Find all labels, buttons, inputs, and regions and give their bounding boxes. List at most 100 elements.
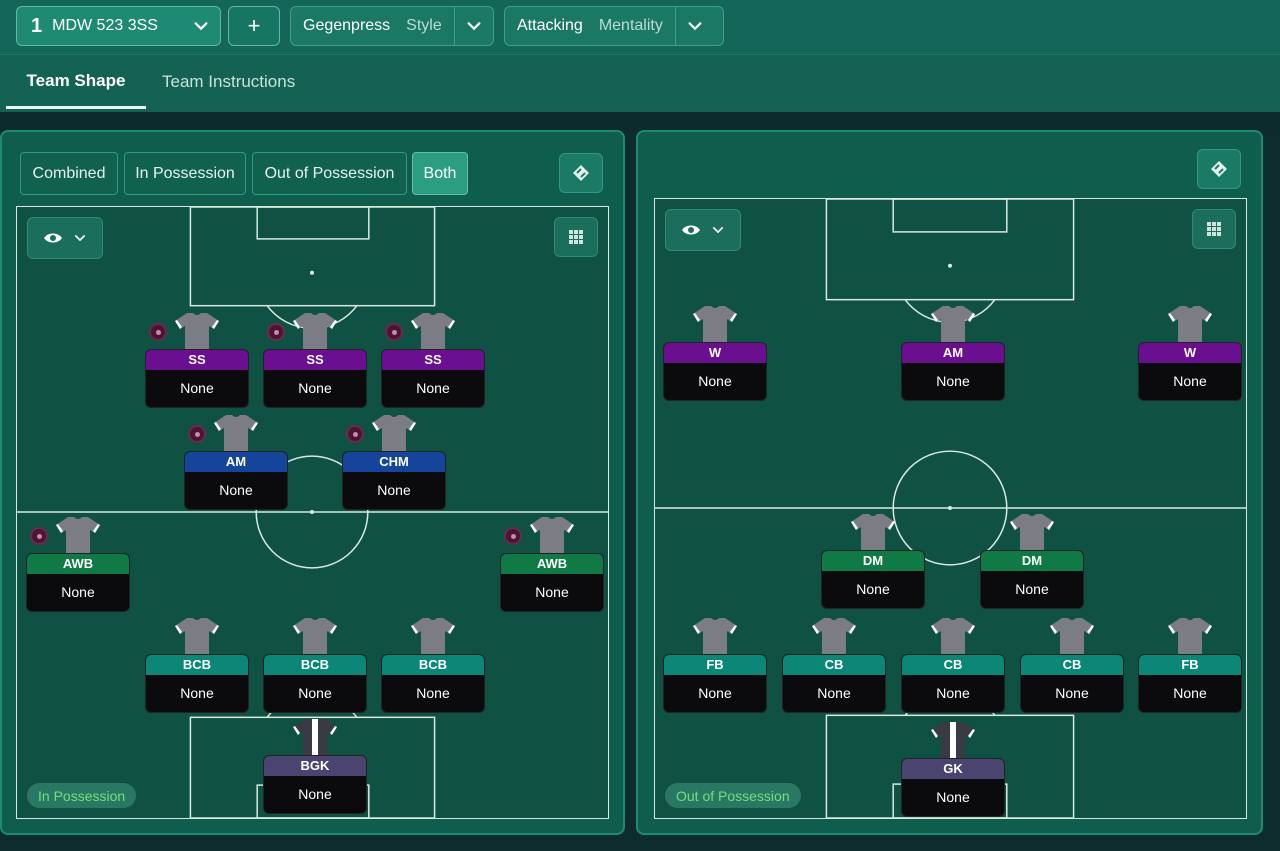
player-shirt-icon	[528, 515, 576, 555]
player-role: CB	[1021, 655, 1123, 675]
chevron-down-icon[interactable]	[455, 7, 493, 45]
tab-team-instructions[interactable]: Team Instructions	[162, 55, 295, 109]
player-card[interactable]: AM None	[901, 342, 1005, 401]
player-card[interactable]: BGK None	[263, 755, 367, 814]
tab-team-shape[interactable]: Team Shape	[6, 55, 146, 109]
mentality-value: Attacking	[517, 17, 583, 34]
segment-in-possession[interactable]: In Possession	[124, 152, 246, 195]
player-shirt-icon	[409, 616, 457, 656]
player-slot[interactable]: FB None	[1138, 616, 1242, 714]
player-slot[interactable]: BGK None	[263, 717, 367, 815]
player-name: None	[298, 685, 332, 701]
player-name: None	[936, 373, 970, 389]
player-name: None	[698, 373, 732, 389]
player-card[interactable]: FB None	[663, 654, 767, 713]
chevron-down-icon[interactable]	[182, 7, 220, 45]
player-slot[interactable]: DM None	[980, 512, 1084, 610]
player-slot[interactable]: W None	[1138, 304, 1242, 402]
player-card[interactable]: SS None	[263, 349, 367, 408]
player-slot[interactable]: SS None	[263, 311, 367, 409]
player-role: BCB	[146, 655, 248, 675]
player-slot[interactable]: GK None	[901, 720, 1005, 818]
player-shirt-icon	[929, 616, 977, 656]
swap-icon[interactable]	[1197, 149, 1241, 189]
player-slot[interactable]: SS None	[145, 311, 249, 409]
player-role: AWB	[27, 554, 129, 574]
player-slot[interactable]: SS None	[381, 311, 485, 409]
phase-label-in-possession: In Possession	[27, 783, 137, 808]
player-slot[interactable]: AM None	[901, 304, 1005, 402]
swap-icon[interactable]	[559, 153, 603, 193]
player-card[interactable]: SS None	[381, 349, 485, 408]
player-role: CHM	[343, 452, 445, 472]
segment-both[interactable]: Both	[412, 152, 468, 195]
player-card[interactable]: CB None	[1020, 654, 1124, 713]
player-name: None	[180, 685, 214, 701]
player-instruction-dot-icon[interactable]	[149, 323, 167, 341]
player-shirt-icon	[929, 304, 977, 344]
player-name: None	[416, 685, 450, 701]
player-card[interactable]: SS None	[145, 349, 249, 408]
player-shirt-icon	[929, 720, 977, 760]
player-slot[interactable]: CB None	[901, 616, 1005, 714]
player-card[interactable]: CHM None	[342, 451, 446, 510]
player-name: None	[698, 685, 732, 701]
player-slot[interactable]: CB None	[1020, 616, 1124, 714]
player-slot[interactable]: BCB None	[263, 616, 367, 714]
player-slot[interactable]: W None	[663, 304, 767, 402]
player-shirt-icon	[370, 413, 418, 453]
player-shirt-icon	[1166, 616, 1214, 656]
player-instruction-dot-icon[interactable]	[346, 425, 364, 443]
add-tactic-button[interactable]: +	[228, 6, 280, 46]
chevron-down-icon[interactable]	[676, 7, 714, 45]
player-role: BCB	[382, 655, 484, 675]
player-slot[interactable]: BCB None	[145, 616, 249, 714]
player-card[interactable]: AWB None	[26, 553, 130, 612]
player-card[interactable]: DM None	[821, 550, 925, 609]
player-role: SS	[264, 350, 366, 370]
player-slot[interactable]: FB None	[663, 616, 767, 714]
player-card[interactable]: FB None	[1138, 654, 1242, 713]
player-role: DM	[822, 551, 924, 571]
player-shirt-icon	[409, 311, 457, 351]
player-shirt-icon	[1166, 304, 1214, 344]
player-instruction-dot-icon[interactable]	[188, 425, 206, 443]
player-card[interactable]: BCB None	[381, 654, 485, 713]
player-instruction-dot-icon[interactable]	[504, 527, 522, 545]
player-card[interactable]: CB None	[901, 654, 1005, 713]
player-slot[interactable]: CB None	[782, 616, 886, 714]
tab-bar: Team Shape Team Instructions	[0, 54, 1280, 112]
player-card[interactable]: CB None	[782, 654, 886, 713]
player-role: SS	[382, 350, 484, 370]
player-slot[interactable]: AWB None	[26, 515, 130, 613]
player-card[interactable]: BCB None	[263, 654, 367, 713]
player-card[interactable]: AM None	[184, 451, 288, 510]
player-name: None	[535, 584, 569, 600]
mentality-selector[interactable]: Attacking Mentality	[504, 6, 724, 46]
segment-out-of-possession[interactable]: Out of Possession	[252, 152, 407, 195]
player-name: None	[936, 789, 970, 805]
segment-combined[interactable]: Combined	[20, 152, 118, 195]
player-card[interactable]: W None	[1138, 342, 1242, 401]
tactic-selector[interactable]: 1 MDW 523 3SS	[16, 6, 221, 46]
player-card[interactable]: W None	[663, 342, 767, 401]
player-role: CB	[902, 655, 1004, 675]
player-slot[interactable]: AWB None	[500, 515, 604, 613]
player-instruction-dot-icon[interactable]	[385, 323, 403, 341]
style-selector[interactable]: Gegenpress Style	[290, 6, 494, 46]
player-instruction-dot-icon[interactable]	[30, 527, 48, 545]
player-shirt-icon	[691, 304, 739, 344]
player-slot[interactable]: AM None	[184, 413, 288, 511]
player-instruction-dot-icon[interactable]	[267, 323, 285, 341]
tactic-number: 1	[31, 14, 43, 37]
player-layer-left: SS None SS None SS None AM None CHM None AWB N…	[17, 207, 608, 818]
player-card[interactable]: BCB None	[145, 654, 249, 713]
player-role: W	[1139, 343, 1241, 363]
player-card[interactable]: DM None	[980, 550, 1084, 609]
player-card[interactable]: AWB None	[500, 553, 604, 612]
player-card[interactable]: GK None	[901, 758, 1005, 817]
style-value: Gegenpress	[303, 17, 391, 34]
player-slot[interactable]: BCB None	[381, 616, 485, 714]
player-slot[interactable]: CHM None	[342, 413, 446, 511]
player-slot[interactable]: DM None	[821, 512, 925, 610]
